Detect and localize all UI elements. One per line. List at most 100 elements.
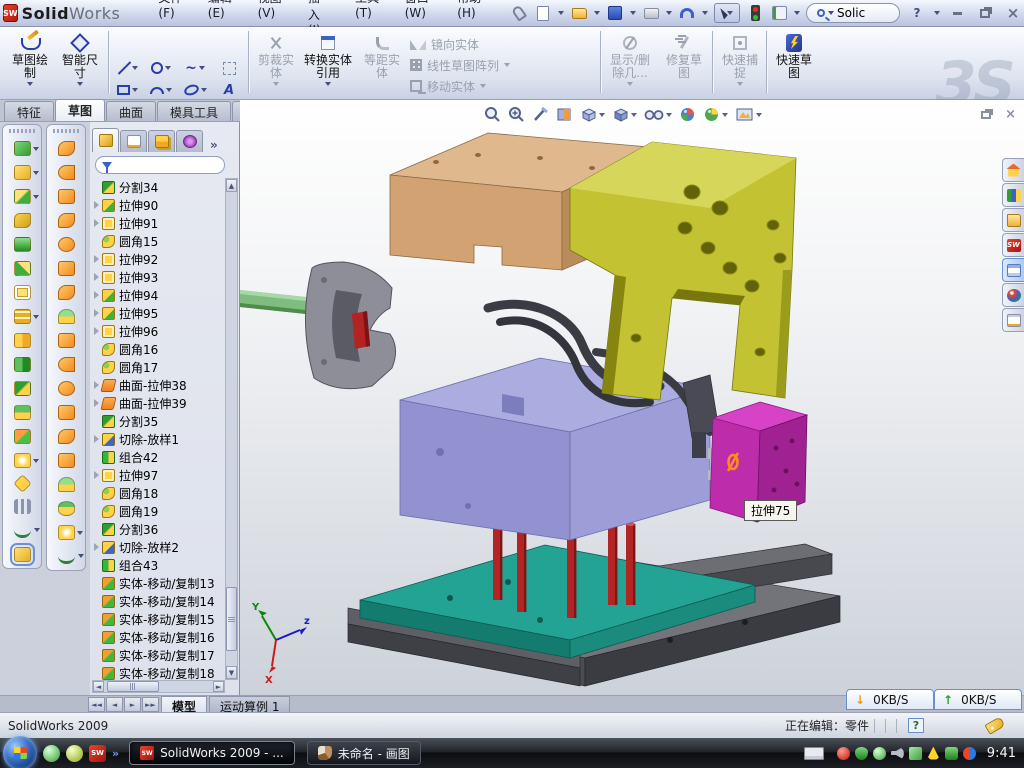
- spline-tool[interactable]: ~: [180, 57, 210, 79]
- convert-caret[interactable]: [325, 82, 331, 86]
- left-toolbar-icon[interactable]: [14, 141, 31, 156]
- expand-arrow[interactable]: [92, 216, 101, 230]
- left-toolbar-icon[interactable]: [14, 357, 31, 372]
- left-toolbar-icon[interactable]: [14, 237, 31, 252]
- new-document-icon[interactable]: [534, 4, 552, 22]
- rapid-sketch-button[interactable]: 快速草图: [770, 30, 818, 96]
- left-toolbar-icon[interactable]: [58, 309, 75, 324]
- scrollbar-thumb[interactable]: [226, 587, 237, 651]
- quick-snaps-button[interactable]: 快速捕捉: [716, 30, 764, 96]
- appearances-tab[interactable]: [1002, 283, 1024, 307]
- tray-icon[interactable]: [891, 747, 904, 760]
- expand-arrow[interactable]: [92, 378, 101, 392]
- print-icon[interactable]: [642, 4, 660, 22]
- expand-arrow[interactable]: [92, 522, 101, 536]
- tray-icon[interactable]: [873, 747, 886, 760]
- quicklaunch-overflow-chevron[interactable]: »: [112, 747, 119, 760]
- input-method-icon[interactable]: [804, 747, 824, 760]
- model-tab[interactable]: 运动算例 1: [209, 696, 290, 712]
- expand-arrow[interactable]: [92, 468, 101, 482]
- tree-item[interactable]: 拉伸96: [92, 322, 226, 340]
- tab-nav-button[interactable]: ◄: [106, 697, 123, 712]
- minimize-button[interactable]: [946, 4, 968, 22]
- quick-tips-button[interactable]: ?: [908, 718, 924, 733]
- tree-item[interactable]: 拉伸92: [92, 250, 226, 268]
- smart-dimension-button[interactable]: 智能尺寸: [56, 30, 104, 96]
- tray-icon[interactable]: [945, 747, 958, 760]
- expand-arrow[interactable]: [92, 288, 101, 302]
- text-tool[interactable]: A: [214, 79, 244, 101]
- left-toolbar-icon[interactable]: [14, 333, 31, 348]
- repair-sketch-button[interactable]: 修复草图: [660, 30, 708, 96]
- taskbar-task-solidworks[interactable]: SW SolidWorks 2009 - ...: [129, 741, 295, 765]
- graphics-viewport[interactable]: Y z X ×: [240, 100, 1024, 695]
- tree-item[interactable]: 组合42: [92, 448, 226, 466]
- undo-caret[interactable]: [702, 11, 708, 15]
- tree-filter-box[interactable]: [95, 156, 225, 174]
- section-view-icon[interactable]: [556, 106, 573, 123]
- file-explorer-tab[interactable]: [1002, 208, 1024, 232]
- tree-item[interactable]: 实体-移动/复制18: [92, 664, 226, 680]
- tree-item[interactable]: 拉伸91: [92, 214, 226, 232]
- tree-item[interactable]: 拉伸90: [92, 196, 226, 214]
- model-tab[interactable]: 模型: [161, 696, 207, 712]
- expand-arrow[interactable]: [92, 612, 101, 626]
- tree-item[interactable]: 实体-移动/复制15: [92, 610, 226, 628]
- left-toolbar-icon[interactable]: [58, 189, 75, 204]
- left-toolbar-icon[interactable]: [14, 213, 31, 228]
- expand-arrow[interactable]: [92, 306, 101, 320]
- tray-icon[interactable]: [909, 747, 922, 760]
- tree-item[interactable]: 实体-移动/复制14: [92, 592, 226, 610]
- left-toolbar-icon[interactable]: [58, 357, 75, 372]
- tree-item[interactable]: 拉伸93: [92, 268, 226, 286]
- tree-item[interactable]: 实体-移动/复制13: [92, 574, 226, 592]
- help-icon[interactable]: ?: [906, 4, 928, 22]
- expand-arrow[interactable]: [92, 540, 101, 554]
- command-manager-tab[interactable]: 模具工具: [157, 101, 231, 121]
- left-toolbar-icon[interactable]: [14, 309, 31, 324]
- command-manager-tab[interactable]: 曲面: [106, 101, 156, 121]
- view-palette-tab[interactable]: [1002, 258, 1024, 282]
- doc-restore-button[interactable]: [981, 108, 991, 122]
- expand-arrow[interactable]: [92, 234, 101, 248]
- left-toolbar-icon[interactable]: [58, 405, 75, 420]
- start-button[interactable]: [3, 736, 37, 768]
- expand-arrow[interactable]: [92, 198, 101, 212]
- tray-icon[interactable]: [927, 747, 940, 760]
- view-settings-icon[interactable]: [735, 106, 762, 123]
- open-icon[interactable]: [570, 4, 588, 22]
- configurationmanager-tab[interactable]: [148, 130, 175, 152]
- left-toolbar-icon[interactable]: [58, 525, 75, 540]
- circle-tool[interactable]: [146, 57, 176, 79]
- pin-icon[interactable]: [510, 4, 528, 22]
- expand-arrow[interactable]: [92, 414, 101, 428]
- left-toolbar-icon[interactable]: [58, 261, 75, 276]
- left-toolbar-icon[interactable]: [13, 474, 31, 492]
- arc-tool[interactable]: [146, 79, 176, 101]
- left-toolbar-icon[interactable]: [14, 547, 31, 562]
- tree-item[interactable]: 切除-放样1: [92, 430, 226, 448]
- tree-item[interactable]: 实体-移动/复制16: [92, 628, 226, 646]
- tree-item[interactable]: 实体-移动/复制17: [92, 646, 226, 664]
- custom-properties-tab[interactable]: [1002, 308, 1024, 332]
- left-toolbar-icon[interactable]: [14, 285, 31, 300]
- close-button[interactable]: ×: [1002, 4, 1024, 22]
- expand-arrow[interactable]: [92, 504, 101, 518]
- propertymanager-tab[interactable]: [120, 130, 147, 152]
- toolbar-grip[interactable]: [53, 129, 79, 133]
- tab-nav-button[interactable]: ►: [124, 697, 141, 712]
- expand-arrow[interactable]: [92, 666, 101, 680]
- tree-item[interactable]: 圆角19: [92, 502, 226, 520]
- move-entities-button[interactable]: 移动实体: [410, 76, 486, 96]
- search-box[interactable]: [806, 3, 900, 23]
- left-toolbar-icon[interactable]: [58, 141, 75, 156]
- convert-entities-button[interactable]: 转换实体引用: [302, 30, 354, 96]
- tree-item[interactable]: 分割34: [92, 178, 226, 196]
- tree-vertical-scrollbar[interactable]: ▲ ▼: [225, 178, 238, 680]
- edit-appearance-icon[interactable]: [679, 106, 696, 123]
- expand-arrow[interactable]: [92, 360, 101, 374]
- scroll-down-button[interactable]: ▼: [226, 666, 237, 679]
- zoom-to-fit-icon[interactable]: [484, 106, 501, 123]
- left-toolbar-icon[interactable]: [14, 189, 31, 204]
- expand-arrow[interactable]: [92, 324, 101, 338]
